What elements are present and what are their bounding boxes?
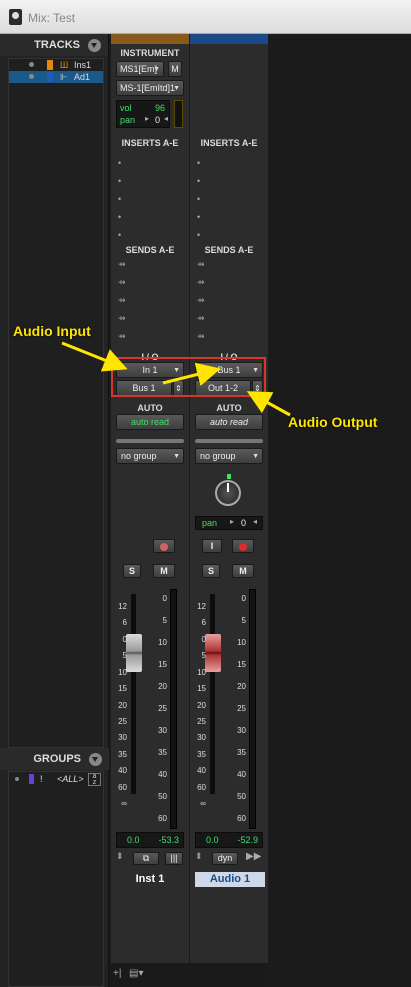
audio-output-callout: Audio Output: [288, 414, 378, 430]
annotation-arrows: [61, 341, 291, 417]
audio-input-arrow: [61, 341, 128, 372]
audio-output-arrow: [246, 391, 291, 417]
audio-input-callout: Audio Input: [13, 323, 91, 339]
bus-link-arrow: [162, 362, 221, 387]
